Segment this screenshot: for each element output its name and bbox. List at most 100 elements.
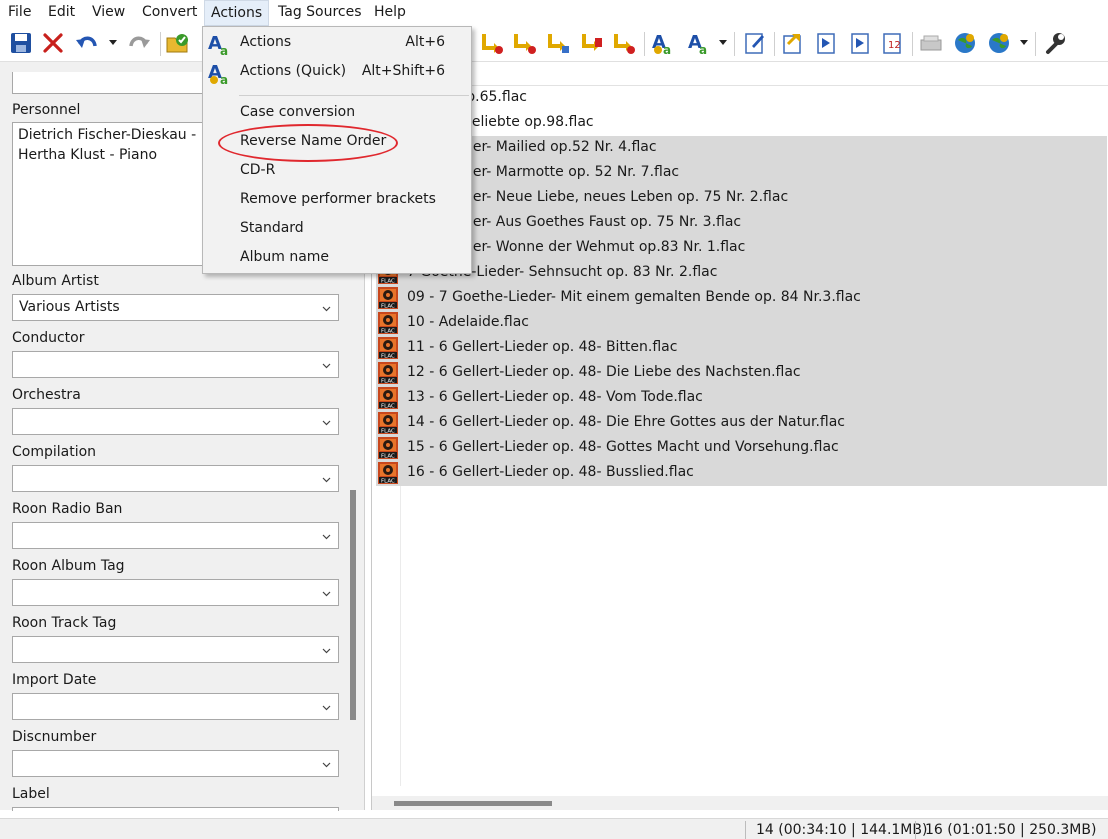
- tag-tag-icon[interactable]: [612, 30, 638, 56]
- menu-actions[interactable]: Actions: [204, 0, 270, 26]
- file-row[interactable]: FLAC 12 - 6 Gellert-Lieder op. 48- Die Li…: [376, 361, 1107, 386]
- playlist-icon[interactable]: [814, 30, 840, 56]
- svg-text:a: a: [220, 73, 228, 86]
- svg-text:12: 12: [888, 40, 901, 51]
- hscroll-thumb[interactable]: [394, 801, 552, 806]
- file-row[interactable]: FLAC 11 - 6 Gellert-Lieder op. 48- Bitten…: [376, 336, 1107, 361]
- file-row[interactable]: FLAC 10 - Adelaide.flac: [376, 311, 1107, 336]
- menu-tag-sources[interactable]: Tag Sources: [278, 4, 362, 20]
- web-source-icon[interactable]: [952, 30, 978, 56]
- actions-quick-icon: Aa: [208, 62, 228, 86]
- file-name: 10 - Adelaide.flac: [407, 314, 530, 330]
- undo-dropdown-icon[interactable]: [109, 40, 117, 45]
- menu-item-case-conversion[interactable]: Case conversion: [203, 99, 471, 127]
- delete-icon[interactable]: [40, 30, 66, 56]
- menu-view[interactable]: View: [92, 4, 125, 20]
- file-name: 11 - 6 Gellert-Lieder op. 48- Bitten.fla…: [407, 339, 678, 355]
- file-row[interactable]: FLAC 15 - 6 Gellert-Lieder op. 48- Gottes…: [376, 436, 1107, 461]
- menu-item-remove-performer-brackets[interactable]: Remove performer brackets: [203, 186, 471, 214]
- file-list: FLACerfido! op.65.flacFLACe ferne Gelieb…: [371, 62, 1108, 810]
- file-list-hscroll[interactable]: [372, 796, 1108, 810]
- discnumber-label: Discnumber: [12, 729, 97, 745]
- web-source-dropdown-icon[interactable]: [1020, 40, 1028, 45]
- chevron-down-icon: [322, 762, 331, 768]
- numbering-icon[interactable]: 12: [880, 30, 906, 56]
- menu-item-cd-r[interactable]: CD-R: [203, 157, 471, 185]
- open-folder-icon[interactable]: [165, 30, 191, 56]
- discnumber-combo[interactable]: [12, 750, 339, 777]
- chevron-down-icon: [322, 534, 331, 540]
- status-selected: 14 (00:34:10 | 144.1MB): [756, 822, 928, 838]
- svg-text:FLAC: FLAC: [381, 279, 395, 285]
- file-row[interactable]: FLACethe-Lieder- Mailied op.52 Nr. 4.fla…: [376, 136, 1107, 161]
- file-row[interactable]: FLACerfido! op.65.flac: [376, 86, 1107, 111]
- redo-icon[interactable]: [126, 30, 152, 56]
- file-row[interactable]: FLACethe-Lieder- Neue Liebe, neues Leben…: [376, 186, 1107, 211]
- actions-icon[interactable]: Aa: [650, 30, 676, 56]
- file-row[interactable]: FLAC 13 - 6 Gellert-Lieder op. 48- Vom To…: [376, 386, 1107, 411]
- menu-edit[interactable]: Edit: [48, 4, 75, 20]
- svg-text:FLAC: FLAC: [381, 404, 395, 410]
- menu-help[interactable]: Help: [374, 4, 406, 20]
- highlight-annotation: [218, 124, 398, 162]
- menu-item-shortcut: Alt+Shift+6: [361, 63, 445, 79]
- file-row[interactable]: FLACethe-Lieder- Marmotte op. 52 Nr. 7.f…: [376, 161, 1107, 186]
- play-icon[interactable]: [848, 30, 874, 56]
- file-row[interactable]: FLACethe-Lieder- Wonne der Wehmut op.83 …: [376, 236, 1107, 261]
- wrench-icon[interactable]: [1042, 30, 1068, 56]
- chevron-down-icon: [322, 705, 331, 711]
- filename-filename-icon[interactable]: [546, 30, 572, 56]
- text-file-tag-icon[interactable]: [580, 30, 606, 56]
- roon-radio-ban-combo[interactable]: [12, 522, 339, 549]
- tag-from-filename-icon[interactable]: [480, 30, 506, 56]
- orchestra-combo[interactable]: [12, 408, 339, 435]
- label-combo[interactable]: [12, 807, 339, 811]
- menu-item-album-name[interactable]: Album name: [203, 244, 471, 272]
- compilation-combo[interactable]: [12, 465, 339, 492]
- web-source-menu-icon[interactable]: [986, 30, 1012, 56]
- actions-dropdown-icon[interactable]: [719, 40, 727, 45]
- file-row[interactable]: FLACethe-Lieder- Aus Goethes Faust op. 7…: [376, 211, 1107, 236]
- export-icon[interactable]: [780, 30, 806, 56]
- file-row[interactable]: FLAC 09 - 7 Goethe-Lieder- Mit einem gema…: [376, 286, 1107, 311]
- menu-file[interactable]: File: [8, 4, 31, 20]
- roon-album-tag-combo[interactable]: [12, 579, 339, 606]
- roon-track-tag-combo[interactable]: [12, 636, 339, 663]
- scanner-icon[interactable]: [918, 30, 944, 56]
- menu-item-actions-quick[interactable]: Aa Actions (Quick) Alt+Shift+6: [203, 58, 471, 86]
- file-name: 13 - 6 Gellert-Lieder op. 48- Vom Tode.f…: [407, 389, 703, 405]
- album-artist-value: Various Artists: [19, 299, 120, 315]
- file-row[interactable]: FLAC 14 - 6 Gellert-Lieder op. 48- Die Eh…: [376, 411, 1107, 436]
- file-row[interactable]: FLACe ferne Geliebte op.98.flac: [376, 111, 1107, 136]
- status-total: 16 (01:01:50 | 250.3MB): [925, 822, 1097, 838]
- file-list-header: [372, 62, 1108, 86]
- undo-icon[interactable]: [74, 30, 100, 56]
- flac-file-icon: FLAC: [378, 387, 398, 410]
- flac-file-icon: FLAC: [378, 287, 398, 310]
- conductor-combo[interactable]: [12, 351, 339, 378]
- flac-file-icon: FLAC: [378, 437, 398, 460]
- file-row[interactable]: FLAC 16 - 6 Gellert-Lieder op. 48- Bussli…: [376, 461, 1107, 486]
- status-bar: 14 (00:34:10 | 144.1MB) 16 (01:01:50 | 2…: [0, 818, 1108, 839]
- filename-from-tag-icon[interactable]: [512, 30, 538, 56]
- file-row[interactable]: FLAC 7 Goethe-Lieder- Sehnsucht op. 83 Nr…: [376, 261, 1107, 286]
- flac-file-icon: FLAC: [378, 362, 398, 385]
- menu-item-label: Remove performer brackets: [240, 191, 436, 207]
- edit-icon[interactable]: [742, 30, 768, 56]
- album-artist-combo[interactable]: Various Artists: [12, 294, 339, 321]
- menu-item-label: CD-R: [240, 162, 276, 178]
- menu-item-label: Album name: [240, 249, 330, 265]
- menu-item-actions[interactable]: Aa Actions Alt+6: [203, 29, 471, 57]
- roon-track-tag-label: Roon Track Tag: [12, 615, 117, 631]
- file-name: 15 - 6 Gellert-Lieder op. 48- Gottes Mac…: [407, 439, 839, 455]
- personnel-line: Dietrich Fischer-Dieskau - Ba: [18, 127, 219, 143]
- menu-item-standard[interactable]: Standard: [203, 215, 471, 243]
- actions-quick-icon[interactable]: Aa: [686, 30, 712, 56]
- conductor-label: Conductor: [12, 330, 85, 346]
- album-artist-label: Album Artist: [12, 273, 99, 289]
- save-icon[interactable]: [8, 30, 34, 56]
- tag-panel-scrollbar[interactable]: [350, 490, 356, 720]
- import-date-combo[interactable]: [12, 693, 339, 720]
- personnel-label: Personnel: [12, 102, 81, 118]
- menu-convert[interactable]: Convert: [142, 4, 197, 20]
